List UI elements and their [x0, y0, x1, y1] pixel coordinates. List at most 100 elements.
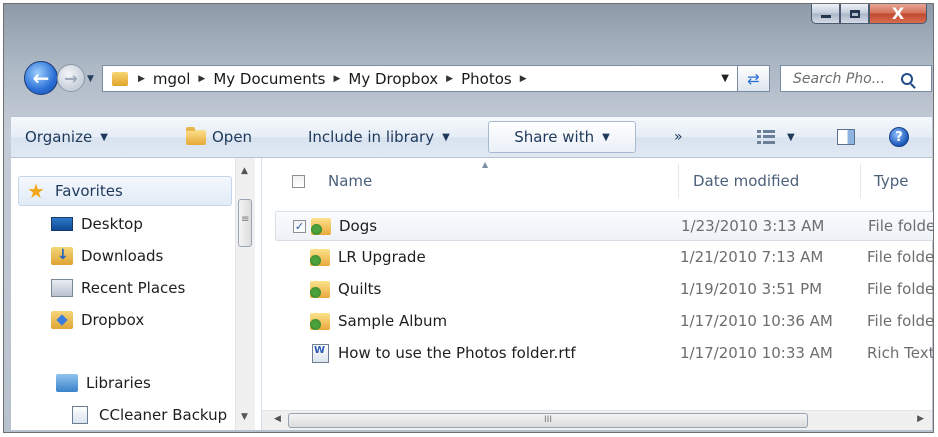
navigation-pane: ★ Favorites Desktop Downloads Recent Pla…	[11, 158, 262, 430]
scrollbar-thumb[interactable]	[238, 199, 252, 247]
nav-desktop-label: Desktop	[81, 215, 143, 233]
nav-desktop[interactable]: Desktop	[51, 209, 143, 239]
sort-ascending-icon: ▲	[482, 160, 489, 169]
file-row-dogs[interactable]: ✓ Dogs 1/23/2010 3:13 AM File folder	[275, 211, 933, 241]
breadcrumb-separator-icon[interactable]: ▶	[446, 74, 453, 84]
folder-icon	[310, 312, 330, 330]
explorer-window: X ← → ▼ ▶ mgol ▶ My Documents ▶ My Dropb…	[3, 3, 934, 433]
nav-recent-places[interactable]: Recent Places	[51, 273, 185, 303]
file-type: Rich Text	[867, 344, 934, 362]
libraries-icon	[56, 374, 78, 392]
file-name: Sample Album	[338, 312, 448, 330]
file-name: Dogs	[339, 217, 378, 235]
maximize-button[interactable]	[840, 4, 869, 24]
file-type: File folder	[868, 217, 933, 235]
share-with-menu[interactable]: Share with ▼	[488, 121, 636, 153]
file-row-rtf[interactable]: How to use the Photos folder.rtf 1/17/20…	[275, 338, 934, 368]
file-type: File folder	[867, 312, 934, 330]
desktop-icon	[51, 217, 73, 231]
file-row-sample-album[interactable]: Sample Album 1/17/2010 10:36 AM File fol…	[275, 306, 934, 336]
file-name: LR Upgrade	[338, 248, 426, 266]
scrollbar-grip-icon: III	[544, 415, 552, 425]
horizontal-scrollbar[interactable]: ◀ III ▶	[262, 410, 932, 430]
help-icon: ?	[889, 127, 909, 147]
nav-downloads[interactable]: Downloads	[51, 241, 163, 271]
nav-dropbox[interactable]: Dropbox	[51, 305, 144, 335]
more-commands-icon: »	[674, 129, 683, 145]
rtf-document-icon	[312, 343, 329, 363]
change-view-button[interactable]: ▼	[757, 117, 795, 157]
scroll-left-icon[interactable]: ◀	[274, 414, 281, 424]
include-in-library-menu[interactable]: Include in library ▼	[308, 117, 450, 157]
folder-icon	[112, 71, 128, 86]
nav-ccleaner-backup[interactable]: CCleaner Backup	[69, 400, 227, 430]
file-row-lr-upgrade[interactable]: LR Upgrade 1/21/2010 7:13 AM File folder	[275, 242, 933, 272]
open-button[interactable]: Open	[186, 117, 252, 157]
recent-places-icon	[51, 279, 73, 297]
nav-favorites-label: Favorites	[55, 182, 123, 200]
back-button[interactable]: ←	[24, 61, 58, 95]
nav-favorites[interactable]: ★ Favorites	[18, 176, 232, 206]
downloads-icon	[51, 247, 73, 265]
minimize-icon	[820, 15, 831, 18]
file-row-quilts[interactable]: Quilts 1/19/2010 3:51 PM File folder	[275, 274, 934, 304]
column-header-type[interactable]: Type	[874, 172, 908, 190]
breadcrumb-my-dropbox[interactable]: My Dropbox	[348, 70, 438, 88]
file-date: 1/21/2010 7:13 AM	[680, 248, 824, 266]
refresh-icon: ⇄	[747, 69, 760, 88]
file-date: 1/17/2010 10:33 AM	[680, 344, 833, 362]
column-header-date-modified[interactable]: Date modified	[693, 172, 799, 190]
search-box[interactable]	[780, 65, 932, 92]
file-name: Quilts	[338, 280, 382, 298]
star-icon: ★	[27, 179, 45, 203]
breadcrumb-separator-icon[interactable]: ▶	[520, 74, 527, 84]
address-dropdown-icon[interactable]: ▼	[721, 73, 729, 84]
select-all-checkbox[interactable]	[292, 175, 305, 188]
file-date: 1/23/2010 3:13 AM	[681, 217, 825, 235]
file-date: 1/19/2010 3:51 PM	[680, 280, 823, 298]
address-bar[interactable]: ▶ mgol ▶ My Documents ▶ My Dropbox ▶ Pho…	[102, 65, 738, 92]
search-input[interactable]	[793, 70, 897, 87]
nav-libraries-label: Libraries	[86, 374, 151, 392]
folder-icon	[310, 280, 330, 298]
close-button[interactable]: X	[869, 4, 927, 24]
nav-dropbox-label: Dropbox	[81, 311, 145, 329]
scroll-up-icon[interactable]: ▲	[241, 166, 248, 176]
nav-libraries[interactable]: Libraries	[56, 368, 151, 398]
folder-icon	[311, 217, 331, 235]
breadcrumb-mgol[interactable]: mgol	[153, 70, 190, 88]
share-with-label: Share with	[514, 128, 595, 146]
file-name: How to use the Photos folder.rtf	[338, 344, 576, 362]
organize-menu[interactable]: Organize ▼	[25, 117, 108, 157]
recent-pages-dropdown[interactable]: ▼	[87, 74, 94, 84]
help-button[interactable]: ?	[889, 117, 909, 157]
nav-downloads-label: Downloads	[81, 247, 164, 265]
search-icon[interactable]	[901, 72, 913, 85]
content-area: ★ Favorites Desktop Downloads Recent Pla…	[11, 158, 934, 430]
column-divider[interactable]	[860, 164, 861, 198]
breadcrumb-my-documents[interactable]: My Documents	[213, 70, 325, 88]
file-type: File folder	[867, 280, 934, 298]
scroll-down-icon[interactable]: ▼	[241, 412, 248, 422]
dropbox-icon	[51, 311, 73, 329]
row-checkbox[interactable]: ✓	[293, 219, 311, 233]
column-divider[interactable]	[678, 164, 679, 198]
scroll-right-icon[interactable]: ▶	[917, 414, 924, 424]
scrollbar-thumb[interactable]: III	[288, 413, 808, 428]
more-commands-button[interactable]: »	[674, 117, 683, 157]
refresh-button[interactable]: ⇄	[738, 65, 770, 92]
breadcrumb-separator-icon[interactable]: ▶	[333, 74, 340, 84]
breadcrumb-separator-icon[interactable]: ▶	[138, 74, 145, 84]
navigation-pane-scrollbar[interactable]: ▲ ▼	[235, 158, 255, 430]
column-header-name[interactable]: Name	[328, 172, 372, 190]
preview-pane-button[interactable]	[837, 117, 855, 157]
back-arrow-icon: ←	[32, 66, 50, 90]
breadcrumb-separator-icon[interactable]: ▶	[198, 74, 205, 84]
nav-ccleaner-backup-label: CCleaner Backup	[99, 406, 228, 424]
minimize-button[interactable]	[811, 4, 840, 24]
column-headers: ▲ Name Date modified Type	[262, 158, 932, 204]
document-icon	[72, 406, 88, 424]
breadcrumb-photos[interactable]: Photos	[461, 70, 512, 88]
forward-button[interactable]: →	[57, 64, 85, 92]
open-label: Open	[212, 128, 253, 146]
